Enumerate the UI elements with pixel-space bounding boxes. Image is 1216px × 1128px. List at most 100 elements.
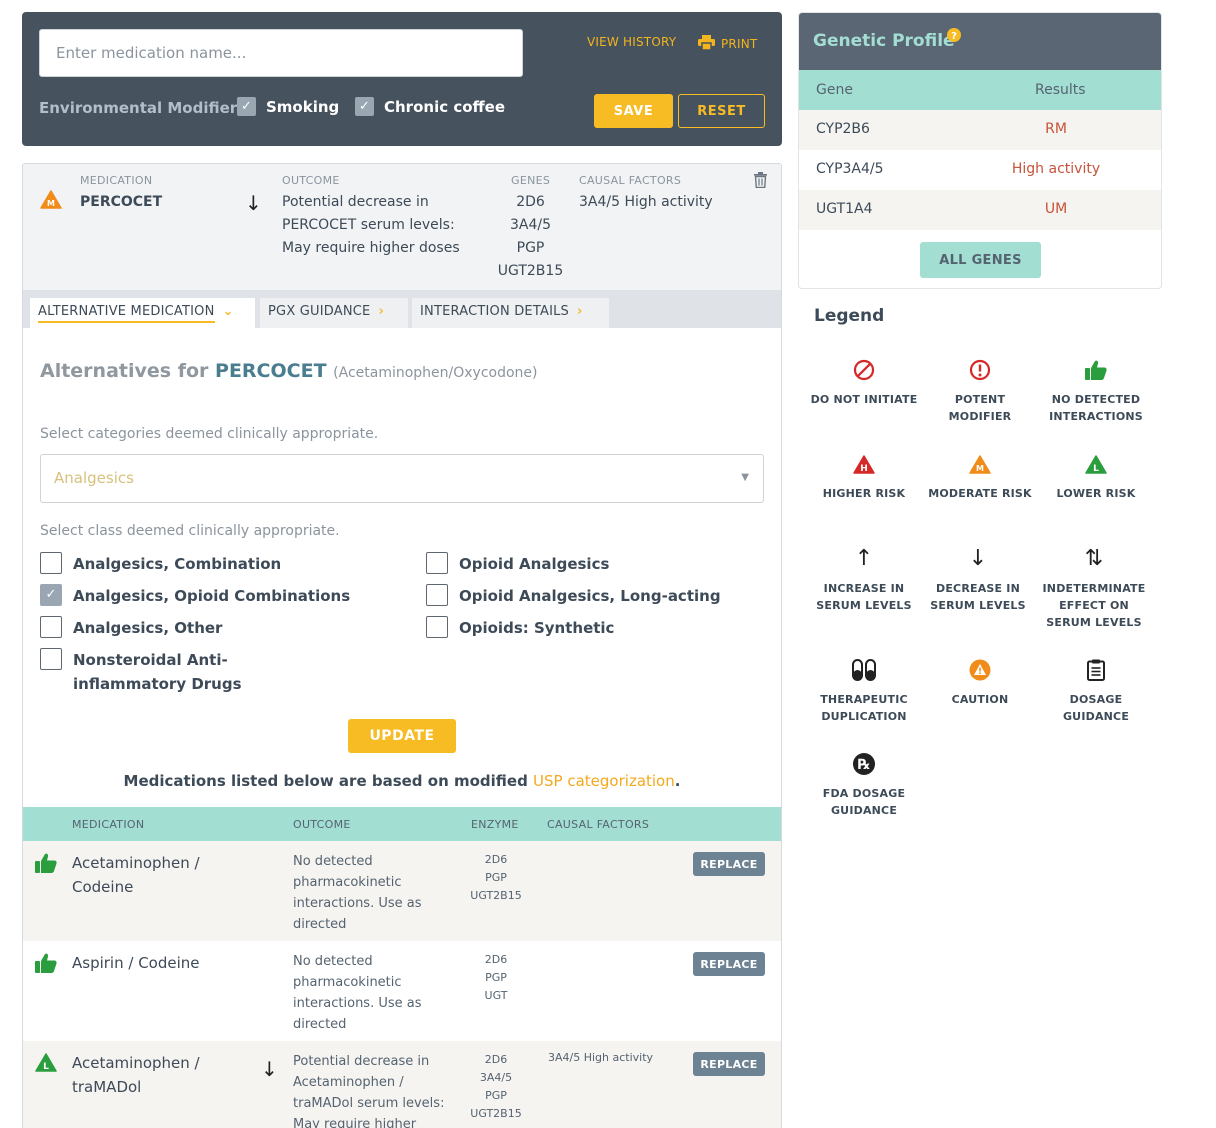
tab-label: ALTERNATIVE MEDICATION bbox=[38, 304, 215, 323]
legend-label: DO NOT INITIATE bbox=[810, 393, 918, 406]
legend-item: H HIGHER RISK bbox=[808, 450, 920, 502]
medication-toolbar: VIEW HISTORY PRINT Environmental Modifie… bbox=[22, 12, 782, 146]
tab-pgx-guidance[interactable]: PGX GUIDANCE › bbox=[260, 298, 408, 328]
print-link[interactable]: PRINT bbox=[698, 35, 757, 53]
class-option-label: Opioid Analgesics, Long-acting bbox=[459, 587, 721, 605]
do-not-initiate-icon bbox=[808, 356, 920, 384]
legend-item: ↓ DECREASE IN SERUM LEVELS bbox=[922, 545, 1034, 614]
clipboard-icon bbox=[1040, 656, 1152, 684]
chevron-right-icon: › bbox=[577, 304, 583, 319]
tab-alternative-medication[interactable]: ALTERNATIVE MEDICATION ⌄ bbox=[30, 298, 255, 328]
thumbs-up-icon bbox=[35, 853, 57, 877]
view-history-link[interactable]: VIEW HISTORY bbox=[587, 35, 676, 49]
svg-text:℞: ℞ bbox=[858, 757, 871, 773]
legend-item: CAUTION bbox=[924, 656, 1036, 708]
svg-text:H: H bbox=[860, 464, 868, 474]
save-button[interactable]: SAVE bbox=[594, 94, 673, 128]
legend-title: Legend bbox=[814, 306, 885, 326]
medication-header: MEDICATION bbox=[72, 818, 145, 831]
class-checkbox[interactable] bbox=[426, 552, 448, 574]
usp-note-suffix: . bbox=[674, 772, 681, 790]
alternatives-table-header: MEDICATION OUTCOME ENZYME CAUSAL FACTORS bbox=[23, 807, 781, 841]
class-option-label: Nonsteroidal Anti-inflammatory Drugs bbox=[73, 651, 242, 693]
table-row: UGT1A4 UM bbox=[799, 190, 1161, 230]
all-genes-button[interactable]: ALL GENES bbox=[920, 242, 1041, 278]
smoking-check-box[interactable]: ✓ bbox=[237, 97, 256, 116]
gene-name: UGT1A4 bbox=[816, 201, 873, 217]
trash-icon[interactable] bbox=[753, 172, 768, 192]
gene-result: High activity bbox=[1011, 161, 1101, 177]
coffee-check-box[interactable]: ✓ bbox=[355, 97, 374, 116]
replace-button[interactable]: REPLACE bbox=[693, 852, 765, 876]
category-label: Select categories deemed clinically appr… bbox=[40, 426, 379, 442]
chronic-coffee-label: Chronic coffee bbox=[384, 97, 506, 116]
class-option-label: Opioids: Synthetic bbox=[459, 619, 615, 637]
class-option-opioid-analgesics[interactable]: Opioid Analgesics bbox=[426, 552, 609, 576]
class-option-opioid-combinations[interactable]: ✓ Analgesics, Opioid Combinations bbox=[40, 584, 350, 608]
class-option-nsaids[interactable]: Nonsteroidal Anti-inflammatory Drugs bbox=[40, 648, 340, 696]
table-row: CYP2B6 RM bbox=[799, 110, 1161, 150]
alt-causal-factors: 3A4/5 High activity bbox=[548, 1051, 654, 1064]
enzyme-item: PGP bbox=[485, 971, 507, 984]
caret-down-icon: ▼ bbox=[741, 472, 749, 483]
svg-text:M: M bbox=[976, 464, 984, 473]
outcome-header: OUTCOME bbox=[293, 818, 351, 831]
genetic-profile-title: Genetic Profile bbox=[813, 31, 955, 51]
class-option-label: Analgesics, Combination bbox=[73, 555, 282, 573]
medication-column-label: MEDICATION bbox=[80, 174, 153, 187]
class-option-opioid-long-acting[interactable]: Opioid Analgesics, Long-acting bbox=[426, 584, 721, 608]
class-checkbox[interactable] bbox=[426, 584, 448, 606]
legend-item: M MODERATE RISK bbox=[924, 450, 1036, 502]
medication-summary: M MEDICATION OUTCOME GENES CAUSAL FACTOR… bbox=[23, 164, 781, 290]
usp-note-text: Medications listed below are based on mo… bbox=[123, 772, 528, 790]
table-row: L Acetaminophen / traMADol ↓ Potential d… bbox=[23, 1041, 781, 1128]
moderate-risk-icon: M bbox=[40, 190, 62, 213]
potent-modifier-icon bbox=[924, 356, 1036, 384]
alternatives-generic: (Acetaminophen/Oxycodone) bbox=[333, 365, 538, 381]
results-header: Results bbox=[1035, 82, 1086, 98]
class-checkbox[interactable]: ✓ bbox=[40, 584, 62, 606]
legend-label: HIGHER RISK bbox=[822, 487, 906, 500]
help-icon[interactable]: ? bbox=[947, 27, 961, 46]
usp-categorization-link[interactable]: USP categorization bbox=[533, 772, 675, 790]
print-label: PRINT bbox=[721, 37, 758, 51]
smoking-checkbox[interactable]: ✓ Smoking bbox=[237, 97, 339, 116]
alt-enzymes: 2D6 3A4/5 PGP UGT2B15 bbox=[461, 1051, 531, 1123]
chevron-down-icon: ⌄ bbox=[222, 304, 234, 319]
causal-factors-column-label: CAUSAL FACTORS bbox=[579, 174, 682, 187]
tab-label: PGX GUIDANCE bbox=[268, 304, 371, 319]
replace-button[interactable]: REPLACE bbox=[693, 952, 765, 976]
class-option-opioids-synthetic[interactable]: Opioids: Synthetic bbox=[426, 616, 614, 640]
legend-item: DOSAGE GUIDANCE bbox=[1040, 656, 1152, 725]
class-option-analgesics-combination[interactable]: Analgesics, Combination bbox=[40, 552, 281, 576]
decrease-arrow-icon: ↓ bbox=[245, 191, 262, 215]
alt-enzymes: 2D6 PGP UGT bbox=[461, 951, 531, 1005]
class-checkbox[interactable] bbox=[40, 616, 62, 638]
class-checkbox[interactable] bbox=[40, 552, 62, 574]
legend-label: CAUTION bbox=[951, 693, 1009, 706]
gene-item: 3A4/5 bbox=[509, 217, 551, 233]
decrease-arrow-icon: ↓ bbox=[968, 546, 988, 571]
medication-name: PERCOCET bbox=[80, 194, 163, 210]
class-option-label: Analgesics, Other bbox=[73, 619, 223, 637]
update-button[interactable]: UPDATE bbox=[348, 719, 456, 753]
medication-outcome: Potential decrease in PERCOCET serum lev… bbox=[282, 194, 460, 256]
class-option-analgesics-other[interactable]: Analgesics, Other bbox=[40, 616, 222, 640]
class-checkbox[interactable] bbox=[40, 648, 62, 670]
gene-header: Gene bbox=[816, 82, 853, 98]
detail-tabs: ALTERNATIVE MEDICATION ⌄ PGX GUIDANCE › … bbox=[23, 290, 781, 328]
reset-button[interactable]: RESET bbox=[678, 94, 765, 128]
class-checkbox[interactable] bbox=[426, 616, 448, 638]
table-row: CYP3A4/5 High activity bbox=[799, 150, 1161, 190]
alt-outcome: No detected pharmacokinetic interactions… bbox=[293, 854, 422, 932]
thumbs-up-icon bbox=[35, 953, 57, 977]
category-select[interactable]: Analgesics ▼ bbox=[40, 454, 764, 503]
lower-risk-icon: L bbox=[1040, 450, 1152, 478]
tab-interaction-details[interactable]: INTERACTION DETAILS › bbox=[412, 298, 609, 328]
legend-item: DO NOT INITIATE bbox=[808, 356, 920, 408]
enzyme-header: ENZYME bbox=[471, 818, 519, 831]
medication-card: M MEDICATION OUTCOME GENES CAUSAL FACTOR… bbox=[22, 163, 782, 1128]
chronic-coffee-checkbox[interactable]: ✓ Chronic coffee bbox=[355, 97, 505, 116]
replace-button[interactable]: REPLACE bbox=[693, 1052, 765, 1076]
medication-search-input[interactable] bbox=[39, 29, 523, 77]
